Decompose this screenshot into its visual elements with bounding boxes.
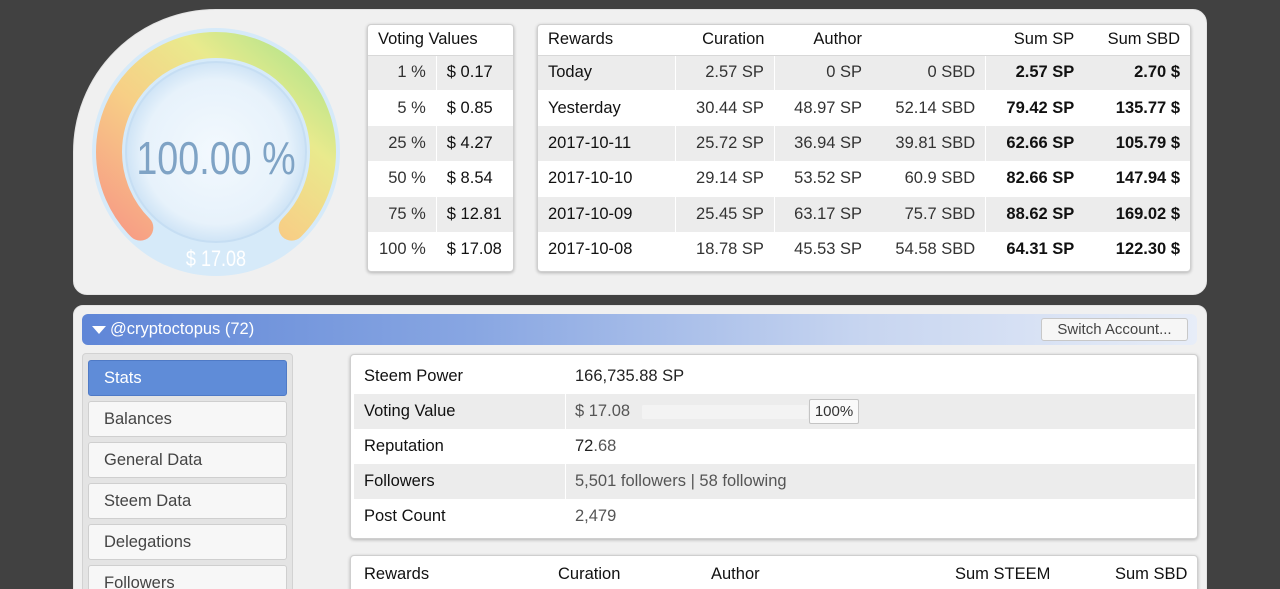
voting-power-gauge: 100.00 % $ 17.08 bbox=[90, 26, 342, 278]
table-row: 2017-10-08 18.78 SP 45.53 SP 54.58 SBD 6… bbox=[538, 231, 1190, 268]
gauge-svg: 100.00 % $ 17.08 bbox=[92, 28, 340, 276]
table-row: 50 % $ 8.54 bbox=[368, 161, 513, 197]
header-author: Author bbox=[774, 25, 873, 56]
collapse-triangle-icon[interactable] bbox=[92, 326, 106, 334]
stats-table: Steem Power 166,735.88 SP Voting Value $… bbox=[350, 354, 1198, 539]
stat-row-steem-power: Steem Power 166,735.88 SP bbox=[354, 359, 1195, 394]
voting-values-header: Voting Values bbox=[368, 25, 513, 56]
header-rewards: Rewards bbox=[364, 565, 430, 583]
header-curation: Curation bbox=[675, 25, 775, 56]
voting-value-bar-fill bbox=[642, 405, 808, 419]
stat-row-post-count: Post Count 2,479 bbox=[354, 499, 1195, 534]
table-row: 2017-10-10 29.14 SP 53.52 SP 60.9 SBD 82… bbox=[538, 161, 1190, 197]
header-curation: Curation bbox=[558, 565, 621, 583]
table-row: 5 % $ 0.85 bbox=[368, 90, 513, 126]
header-author: Author bbox=[711, 565, 760, 583]
voting-value-percent-badge: 100% bbox=[809, 399, 859, 424]
table-row: 1 % $ 0.17 bbox=[368, 55, 513, 91]
rewards-history-table: Rewards Curation Author Sum STEEM Sum SB… bbox=[350, 555, 1198, 589]
sidebar-item-steem-data[interactable]: Steem Data bbox=[88, 483, 287, 519]
table-row: 2017-10-11 25.72 SP 36.94 SP 39.81 SBD 6… bbox=[538, 125, 1190, 162]
table-row: Yesterday 30.44 SP 48.97 SP 52.14 SBD 79… bbox=[538, 90, 1190, 126]
gauge-value-text: $ 17.08 bbox=[186, 247, 246, 271]
sidebar-item-followers[interactable]: Followers bbox=[88, 565, 287, 589]
header-sum-steem: Sum STEEM bbox=[955, 565, 1051, 583]
table-row: 75 % $ 12.81 bbox=[368, 196, 513, 232]
stat-row-reputation: Reputation 72.68 bbox=[354, 429, 1195, 464]
gauge-percent-text: 100.00 % bbox=[136, 132, 295, 183]
rewards-summary-table: Rewards Curation Author Sum SP Sum SBD T… bbox=[537, 24, 1191, 272]
stat-row-followers: Followers 5,501 followers | 58 following bbox=[354, 464, 1195, 499]
switch-account-button[interactable]: Switch Account... bbox=[1041, 318, 1188, 341]
voting-values-table: Voting Values 1 % $ 0.17 5 % $ 0.85 25 %… bbox=[367, 24, 514, 272]
header-rewards: Rewards bbox=[538, 25, 676, 56]
table-row: 2017-10-09 25.45 SP 63.17 SP 75.7 SBD 88… bbox=[538, 196, 1190, 232]
account-name: @cryptoctopus (72) bbox=[110, 320, 255, 338]
header-author-sbd bbox=[872, 25, 986, 56]
account-header-bar[interactable]: @cryptoctopus (72) bbox=[82, 314, 1197, 345]
header-sum-sp: Sum SP bbox=[985, 25, 1085, 56]
table-row: Today 2.57 SP 0 SP 0 SBD 2.57 SP 2.70 $ bbox=[538, 55, 1190, 91]
voting-value-bar bbox=[642, 405, 808, 419]
sidebar-item-general-data[interactable]: General Data bbox=[88, 442, 287, 478]
sidebar-item-stats[interactable]: Stats bbox=[88, 360, 287, 396]
sidebar-item-balances[interactable]: Balances bbox=[88, 401, 287, 437]
header-sum-sbd: Sum SBD bbox=[1084, 25, 1190, 56]
table-row: 100 % $ 17.08 bbox=[368, 231, 513, 268]
table-row: 25 % $ 4.27 bbox=[368, 125, 513, 162]
header-sum-sbd: Sum SBD bbox=[1115, 565, 1188, 583]
sidebar-item-delegations[interactable]: Delegations bbox=[88, 524, 287, 560]
stat-row-voting-value: Voting Value $ 17.08 100% bbox=[354, 394, 1195, 429]
